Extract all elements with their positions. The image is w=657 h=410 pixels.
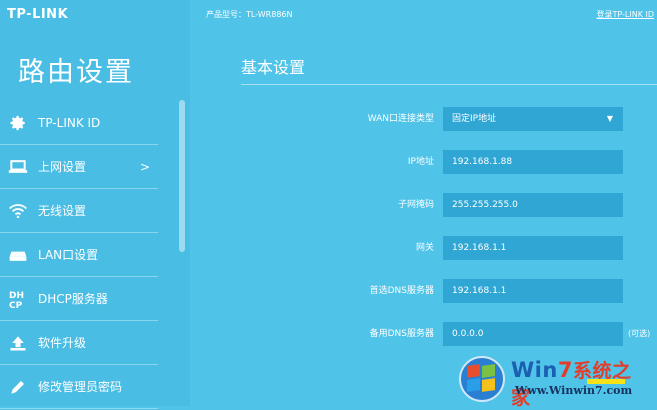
gateway-row: 网关 192.168.1.1	[190, 236, 657, 260]
section-title: 基本设置	[241, 58, 306, 77]
sidebar-item-label: LAN口设置	[38, 248, 99, 262]
sidebar-item-label: 无线设置	[38, 204, 87, 218]
sidebar-item-internet[interactable]: 上网设置 >	[0, 145, 158, 189]
sidebar-item-tplink-id[interactable]: TP-LINK ID	[0, 101, 158, 145]
watermark: Win7系统之家 Www.Winwin7.com	[459, 352, 649, 409]
wan-type-row: WAN口连接类型 固定IP地址 ▼	[190, 107, 657, 131]
product-model: 产品型号：TL-WR886N	[206, 10, 293, 19]
watermark-url: Www.Winwin7.com	[515, 384, 633, 397]
chevron-right-icon: >	[139, 159, 150, 174]
section-divider	[241, 84, 657, 85]
sidebar-item-upgrade[interactable]: 软件升级	[0, 321, 158, 365]
sidebar-item-password[interactable]: 修改管理员密码	[0, 365, 158, 409]
sidebar-item-wireless[interactable]: 无线设置	[0, 189, 158, 233]
dns2-label: 备用DNS服务器	[369, 329, 434, 339]
gateway-label: 网关	[415, 243, 434, 253]
sidebar-scrollbar[interactable]	[179, 100, 185, 252]
mask-row: 子网掩码 255.255.255.0	[190, 193, 657, 217]
optional-note: (可选)	[628, 329, 651, 338]
sidebar-item-dhcp[interactable]: DH CP DHCP服务器	[0, 277, 158, 321]
wan-type-select[interactable]: 固定IP地址 ▼	[443, 107, 623, 131]
svg-text:DH: DH	[9, 291, 24, 301]
gateway-input[interactable]: 192.168.1.1	[443, 236, 623, 260]
main-panel: 产品型号：TL-WR886N 登录TP-LINK ID 基本设置 WAN口连接类…	[190, 0, 657, 406]
sidebar-nav: TP-LINK ID 上网设置 > 无线设置 LAN口设置 DHCP DHCP	[0, 101, 158, 409]
sidebar-item-lan[interactable]: LAN口设置	[0, 233, 158, 277]
caret-down-icon: ▼	[606, 114, 613, 123]
mask-input[interactable]: 255.255.255.0	[443, 193, 623, 217]
login-link[interactable]: 登录TP-LINK ID	[596, 9, 654, 20]
dns2-input[interactable]: 0.0.0.0	[443, 322, 623, 346]
router-icon	[0, 247, 36, 263]
mask-label: 子网掩码	[397, 200, 434, 210]
sidebar: TP-LINK 路由设置 TP-LINK ID 上网设置 > 无线设置 LAN口…	[0, 0, 190, 409]
sidebar-title: 路由设置	[18, 57, 134, 88]
ip-row: IP地址 192.168.1.88	[190, 150, 657, 174]
wan-type-value: 固定IP地址	[452, 114, 497, 124]
ip-label: IP地址	[407, 157, 434, 167]
laptop-icon	[0, 159, 36, 175]
brand-logo: TP-LINK	[7, 7, 69, 22]
gear-icon	[0, 114, 36, 132]
watermark-brand: Win7系统之家	[511, 358, 632, 409]
dns2-row: 备用DNS服务器 0.0.0.0 (可选)	[190, 322, 657, 346]
dns1-label: 首选DNS服务器	[369, 286, 434, 296]
windows-logo-icon	[459, 356, 505, 402]
wan-type-label: WAN口连接类型	[367, 114, 434, 124]
sidebar-item-label: DHCP服务器	[38, 292, 108, 306]
dhcp-icon: DH CP	[0, 289, 36, 309]
pencil-icon	[0, 378, 36, 396]
dns1-input[interactable]: 192.168.1.1	[443, 279, 623, 303]
wifi-icon	[0, 203, 36, 219]
sidebar-item-label: 上网设置	[38, 160, 87, 174]
dns1-row: 首选DNS服务器 192.168.1.1	[190, 279, 657, 303]
sidebar-item-label: 修改管理员密码	[38, 380, 123, 394]
svg-text:CP: CP	[9, 301, 23, 309]
ip-input[interactable]: 192.168.1.88	[443, 150, 623, 174]
sidebar-item-label: TP-LINK ID	[38, 115, 101, 130]
upload-icon	[0, 334, 36, 352]
sidebar-item-label: 软件升级	[38, 336, 87, 350]
